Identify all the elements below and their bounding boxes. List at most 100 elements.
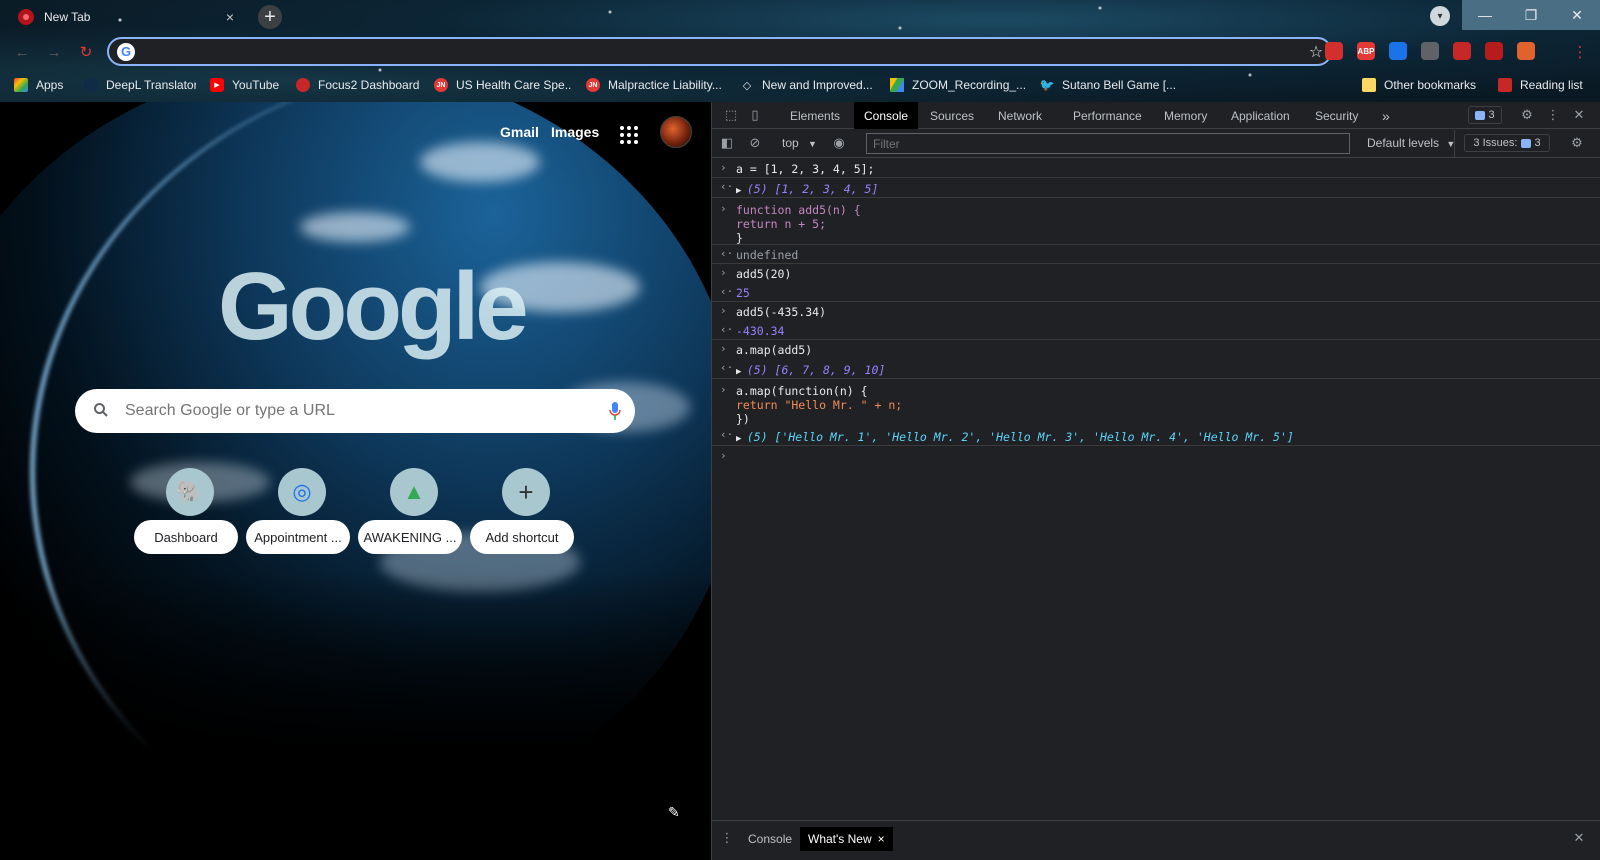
tab-close-icon[interactable]: ×	[226, 9, 234, 25]
live-expression-eye-icon[interactable]: ◉	[830, 134, 848, 152]
device-toolbar-icon[interactable]: ▯	[746, 106, 764, 124]
red-extension-icon[interactable]	[1325, 42, 1343, 60]
shortcut-awakening[interactable]: ▲ AWAKENING ...	[358, 464, 470, 554]
shortcut-label: Appointment ...	[246, 520, 350, 554]
gear-extension-icon[interactable]	[1421, 42, 1439, 60]
bookmark-focus2[interactable]: Focus2 Dashboard	[296, 76, 420, 94]
google-apps-icon[interactable]	[620, 126, 638, 144]
console-result-row: ‹· ▶ (5) [1, 2, 3, 4, 5]	[712, 178, 1600, 198]
reload-icon[interactable]: ↻	[76, 42, 96, 62]
bookmark-label: Sutano Bell Game [...	[1062, 78, 1176, 92]
tab-console[interactable]: Console	[854, 102, 919, 129]
tab-search-icon[interactable]: ▾	[1430, 6, 1450, 26]
log-levels-dropdown[interactable]: Default levels ▼	[1367, 136, 1455, 150]
google-g-icon: G	[117, 42, 135, 61]
restore-button[interactable]: ❐	[1508, 0, 1554, 30]
message-icon	[1475, 110, 1486, 120]
array-result[interactable]: ▶ (5) ['Hello Mr. 1', 'Hello Mr. 2', 'He…	[736, 430, 1294, 446]
console-prompt-row[interactable]: ›	[712, 446, 1600, 466]
tab-memory[interactable]: Memory	[1154, 102, 1217, 129]
console-output[interactable]: › a = [1, 2, 3, 4, 5]; ‹· ▶ (5) [1, 2, 3…	[712, 159, 1600, 819]
console-input-row: › add5(20)	[712, 264, 1600, 283]
clear-console-icon[interactable]: ⊘	[746, 134, 764, 152]
bookmark-deepl[interactable]: DeepL Translator	[84, 76, 196, 94]
prompt-caret-icon: ›	[720, 449, 727, 462]
console-input-line: }	[736, 231, 743, 245]
issues-label: 3 Issues:	[1473, 137, 1518, 149]
browser-chrome: New Tab × + ▾ — ❐ ✕ ← → ↻ G ☆ ABP ⋮ Apps…	[0, 0, 1600, 102]
array-result[interactable]: ▶ (5) [6, 7, 8, 9, 10]	[736, 363, 885, 379]
adblock-plus-icon[interactable]: ABP	[1357, 42, 1375, 60]
messages-badge[interactable]: 3	[1468, 106, 1502, 124]
bookmark-new-and-improved[interactable]: ◇ New and Improved...	[740, 76, 876, 94]
forward-icon[interactable]: →	[44, 42, 64, 62]
reading-list[interactable]: Reading list	[1498, 76, 1583, 94]
images-link[interactable]: Images	[551, 124, 599, 140]
input-prompt-icon: ›	[720, 383, 727, 396]
drawer-menu-icon[interactable]: ⋮	[718, 829, 736, 847]
search-extension-icon[interactable]	[1389, 42, 1407, 60]
issues-button[interactable]: 3 Issues: 3	[1464, 134, 1550, 152]
customize-pencil-icon[interactable]: ✎	[668, 804, 680, 821]
close-window-button[interactable]: ✕	[1554, 0, 1600, 30]
console-input-line: })	[736, 412, 750, 426]
kebab-menu-icon[interactable]: ⋮	[1544, 106, 1562, 124]
drawer-tab-console[interactable]: Console	[740, 827, 800, 851]
omnibox-input[interactable]	[145, 43, 1302, 60]
console-filter-input[interactable]	[866, 133, 1350, 154]
tab-favicon-icon	[18, 9, 34, 25]
settings-gear-icon[interactable]: ⚙	[1518, 106, 1536, 124]
tab-new-tab[interactable]: New Tab ×	[8, 0, 244, 34]
devtools-drawer: ⋮ Console What's New × ✕	[712, 820, 1600, 860]
sidebar-toggle-icon[interactable]: ◧	[718, 134, 736, 152]
array-result[interactable]: ▶ (5) [1, 2, 3, 4, 5]	[736, 182, 878, 198]
bookmark-label: US Health Care Spe...	[456, 78, 572, 92]
console-input: a = [1, 2, 3, 4, 5];	[736, 162, 875, 176]
close-drawer-icon[interactable]: ✕	[1570, 829, 1588, 847]
drawer-tab-whats-new[interactable]: What's New ×	[800, 827, 893, 851]
close-tab-icon[interactable]: ×	[878, 832, 885, 846]
new-tab-button[interactable]: +	[258, 5, 282, 29]
bookmark-malpractice[interactable]: JN Malpractice Liability...	[586, 76, 726, 94]
puzzle-extension-icon[interactable]	[1453, 42, 1471, 60]
bookmark-sutano-bell[interactable]: 🐦 Sutano Bell Game [...	[1040, 76, 1176, 94]
result-arrow-icon: ‹·	[720, 247, 734, 260]
inspect-element-icon[interactable]: ⬚	[722, 106, 740, 124]
back-icon[interactable]: ←	[12, 42, 32, 62]
console-settings-icon[interactable]: ⚙	[1568, 134, 1586, 152]
ntp-search-input[interactable]	[125, 402, 595, 420]
tab-application[interactable]: Application	[1221, 102, 1300, 129]
bookmark-apps[interactable]: Apps	[14, 76, 63, 94]
bookmark-zoom-recording[interactable]: ZOOM_Recording_...	[890, 76, 1026, 94]
cloud	[420, 142, 540, 182]
gmail-link[interactable]: Gmail	[500, 124, 539, 140]
context-selector[interactable]: top ▼	[782, 136, 817, 150]
red-tool-extension-icon[interactable]	[1485, 42, 1503, 60]
result-arrow-icon: ‹·	[720, 285, 734, 298]
address-bar[interactable]: G ☆	[107, 37, 1332, 66]
ntp-search-box[interactable]	[75, 389, 635, 433]
shortcut-add[interactable]: + Add shortcut	[470, 464, 582, 554]
array-value: (5) [1, 2, 3, 4, 5]	[746, 182, 879, 196]
console-input: a.map(add5)	[736, 343, 813, 357]
input-prompt-icon: ›	[720, 266, 727, 279]
new-tab-page: Gmail Images Google 🐘 Dashboard ◎ Appoin…	[0, 102, 711, 860]
bookmark-youtube[interactable]: ▶ YouTube	[210, 76, 282, 94]
menu-icon[interactable]: ⋮	[1570, 42, 1590, 62]
more-tabs-icon[interactable]: »	[1376, 102, 1396, 129]
tab-performance[interactable]: Performance	[1063, 102, 1152, 129]
tab-network[interactable]: Network	[988, 102, 1052, 129]
bookmark-us-health-care[interactable]: JN US Health Care Spe...	[434, 76, 572, 94]
shortcut-dashboard[interactable]: 🐘 Dashboard	[134, 464, 246, 554]
other-bookmarks[interactable]: Other bookmarks	[1362, 76, 1476, 94]
console-input-row: › add5(-435.34)	[712, 302, 1600, 321]
tab-elements[interactable]: Elements	[780, 102, 850, 129]
shortcut-appointment[interactable]: ◎ Appointment ...	[246, 464, 358, 554]
tab-security[interactable]: Security	[1305, 102, 1368, 129]
account-avatar[interactable]	[660, 116, 692, 148]
minimize-button[interactable]: —	[1462, 0, 1508, 30]
profile-extension-icon[interactable]	[1517, 42, 1535, 60]
close-devtools-icon[interactable]: ✕	[1570, 106, 1588, 124]
voice-search-icon[interactable]	[595, 402, 635, 420]
tab-sources[interactable]: Sources	[920, 102, 984, 129]
